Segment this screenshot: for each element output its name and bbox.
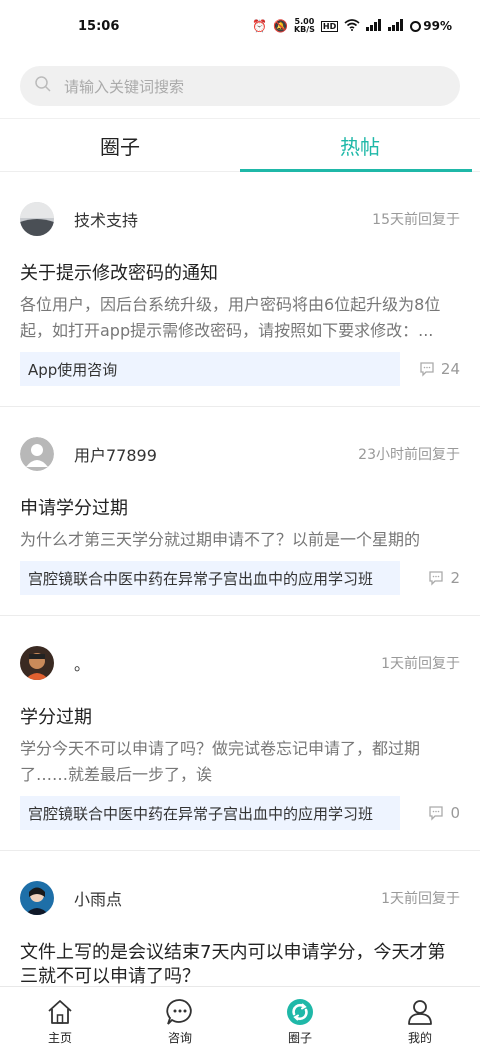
search-icon: [34, 75, 52, 97]
comment-count-value: 2: [450, 569, 460, 587]
post-body[interactable]: 学分今天不可以申请了吗？做完试卷忘记申请了，都过期了……就差最后一步了，诶: [20, 736, 460, 788]
comment-icon: [429, 571, 444, 586]
post-item[interactable]: 小雨点 1天前回复于 文件上写的是会议结束7天内可以申请学分，今天才第三就不可以…: [0, 851, 480, 986]
avatar[interactable]: [20, 437, 54, 471]
status-bar: 15:06 ⏰ 🔕 5.00 KB/S HD 99%: [0, 0, 480, 52]
battery-icon: [410, 20, 422, 32]
author-name[interactable]: 技术支持: [74, 207, 138, 231]
comment-count-value: 0: [450, 804, 460, 822]
post-time: 1天前回复于: [381, 656, 460, 672]
post-tag[interactable]: 宫腔镜联合中医中药在异常子宫出血中的应用学习班: [20, 561, 400, 595]
comment-count[interactable]: 0: [428, 804, 460, 822]
post-item[interactable]: 用户77899 23小时前回复于 申请学分过期 为什么才第三天学分就过期申请不了…: [0, 407, 480, 616]
nav-label: 咨询: [167, 1031, 192, 1045]
post-body[interactable]: 为什么才第三天学分就过期申请不了？以前是一个星期的: [20, 527, 460, 553]
post-title[interactable]: 文件上写的是会议结束7天内可以申请学分，今天才第三就不可以申请了吗？: [20, 941, 460, 986]
nav-circle[interactable]: 圈子: [240, 987, 360, 1056]
author-name[interactable]: 用户77899: [74, 442, 157, 466]
net-speed: 5.00 KB/S: [293, 17, 315, 34]
nav-label: 圈子: [287, 1031, 312, 1045]
author-name[interactable]: 。: [74, 651, 90, 675]
post-item[interactable]: 技术支持 15天前回复于 关于提示修改密码的通知 各位用户，因后台系统升级，用户…: [0, 172, 480, 407]
search-bar: 请输入关键词搜索: [0, 52, 480, 118]
battery-indicator: 99%: [410, 19, 452, 33]
post-title[interactable]: 学分过期: [20, 706, 460, 730]
author-name[interactable]: 小雨点: [74, 886, 122, 910]
nav-profile[interactable]: 我的: [360, 987, 480, 1056]
circle-icon: [287, 999, 313, 1025]
comment-count[interactable]: 24: [419, 360, 460, 378]
bottom-navigation: 主页 咨询 圈子 我的: [0, 986, 480, 1056]
avatar[interactable]: [20, 202, 54, 236]
post-title[interactable]: 申请学分过期: [20, 497, 460, 521]
mute-icon: 🔕: [272, 19, 288, 33]
post-tag[interactable]: 宫腔镜联合中医中药在异常子宫出血中的应用学习班: [20, 796, 400, 830]
nav-label: 主页: [47, 1031, 72, 1045]
post-time: 23小时前回复于: [358, 447, 460, 463]
signal-icon: [366, 18, 382, 34]
post-time: 15天前回复于: [372, 212, 460, 228]
post-feed[interactable]: 技术支持 15天前回复于 关于提示修改密码的通知 各位用户，因后台系统升级，用户…: [0, 172, 480, 986]
battery-level: 99%: [423, 19, 452, 33]
comment-count-value: 24: [440, 360, 460, 378]
chat-icon: [166, 999, 192, 1025]
comment-count[interactable]: 2: [428, 569, 460, 587]
tab-circles[interactable]: 圈子: [0, 119, 240, 171]
post-item[interactable]: 。 1天前回复于 学分过期 学分今天不可以申请了吗？做完试卷忘记申请了，都过期了…: [0, 616, 480, 851]
wifi-icon: [344, 18, 360, 34]
search-input[interactable]: 请输入关键词搜索: [20, 66, 460, 106]
avatar[interactable]: [20, 646, 54, 680]
avatar[interactable]: [20, 881, 54, 915]
home-icon: [48, 1000, 72, 1024]
status-icons: ⏰ 🔕 5.00 KB/S HD 99%: [252, 18, 452, 34]
nav-consult[interactable]: 咨询: [120, 987, 240, 1056]
alarm-icon: ⏰: [252, 19, 267, 33]
nav-home[interactable]: 主页: [0, 987, 120, 1056]
nav-label: 我的: [407, 1031, 432, 1045]
tab-hot-posts[interactable]: 热帖: [240, 119, 480, 172]
post-body[interactable]: 各位用户，因后台系统升级，用户密码将由6位起升级为8位起，如打开app提示需修改…: [20, 292, 460, 344]
search-placeholder: 请输入关键词搜索: [64, 77, 185, 96]
post-title[interactable]: 关于提示修改密码的通知: [20, 262, 460, 286]
hd-icon: HD: [320, 20, 339, 32]
signal-icon-2: [388, 18, 404, 34]
post-tag[interactable]: App使用咨询: [20, 352, 400, 386]
status-time: 15:06: [78, 18, 120, 34]
tab-bar: 圈子 热帖: [0, 118, 480, 172]
comment-icon: [429, 806, 444, 821]
profile-icon: [408, 1000, 432, 1025]
post-time: 1天前回复于: [381, 891, 460, 907]
comment-icon: [420, 362, 434, 377]
